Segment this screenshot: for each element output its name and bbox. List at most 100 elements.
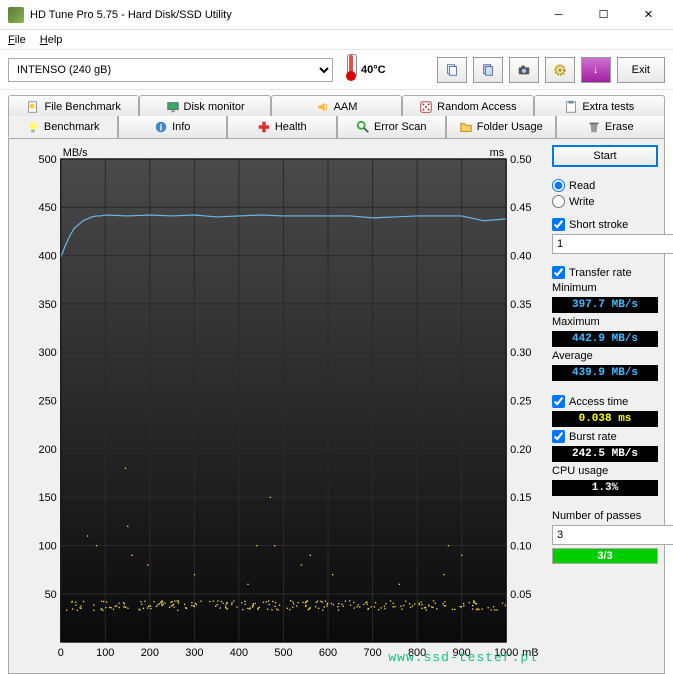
settings-button[interactable]	[545, 57, 575, 83]
label-passes: Number of passes	[552, 510, 658, 522]
svg-text:i: i	[160, 123, 163, 134]
tab-extra-tests[interactable]: Extra tests	[534, 95, 665, 117]
svg-text:700: 700	[363, 647, 381, 659]
app-icon	[8, 7, 24, 23]
toolbar: INTENSO (240 gB) 40°C ↓ Exit	[0, 50, 673, 90]
thermometer-icon	[345, 59, 357, 81]
chart-area: 50 100 150 200 250 300 350 400 450 500 0 100 200 300 4…	[15, 145, 544, 667]
exit-button[interactable]: Exit	[617, 57, 665, 83]
tab-error-scan[interactable]: Error Scan	[337, 116, 447, 138]
clipboard-icon	[564, 100, 578, 114]
check-transfer-rate[interactable]: Transfer rate	[552, 266, 658, 279]
check-access-time[interactable]: Access time	[552, 395, 658, 408]
watermark: www.ssd-tester.pl	[388, 650, 538, 665]
monitor-icon	[166, 100, 180, 114]
tab-aam[interactable]: AAM	[271, 95, 402, 117]
svg-text:200: 200	[141, 647, 159, 659]
svg-text:300: 300	[39, 347, 57, 359]
maximize-button[interactable]: ☐	[581, 1, 626, 29]
svg-text:0.25: 0.25	[510, 396, 531, 408]
benchmark-chart: 50 100 150 200 250 300 350 400 450 500 0 100 200 300 4…	[15, 145, 544, 666]
drive-select[interactable]: INTENSO (240 gB)	[8, 58, 333, 82]
tab-folder-usage[interactable]: Folder Usage	[446, 116, 556, 138]
svg-text:600: 600	[319, 647, 337, 659]
tab-erase[interactable]: Erase	[556, 116, 666, 138]
tabs-row-top: File Benchmark Disk monitor AAM Random A…	[8, 95, 665, 117]
magnifier-icon	[356, 120, 370, 134]
dice-icon	[419, 100, 433, 114]
minimize-button[interactable]: ─	[536, 1, 581, 29]
svg-text:0.30: 0.30	[510, 347, 531, 359]
passes-row: ▲▼	[552, 525, 658, 545]
svg-text:0.15: 0.15	[510, 492, 531, 504]
svg-text:0: 0	[58, 647, 64, 659]
svg-text:150: 150	[39, 492, 57, 504]
folder-icon	[459, 120, 473, 134]
temperature-value: 40°C	[361, 64, 386, 76]
tab-disk-monitor[interactable]: Disk monitor	[139, 95, 270, 117]
bulb-icon	[26, 120, 40, 134]
short-stroke-input[interactable]	[552, 234, 673, 254]
menu-help[interactable]: Help	[40, 34, 63, 46]
window-title: HD Tune Pro 5.75 - Hard Disk/SSD Utility	[30, 9, 536, 21]
svg-text:0.45: 0.45	[510, 202, 531, 214]
menu-file[interactable]: File	[8, 34, 26, 46]
svg-text:0.40: 0.40	[510, 251, 531, 263]
tabs-row-bottom: Benchmark iInfo Health Error Scan Folder…	[8, 116, 665, 138]
svg-text:500: 500	[39, 154, 57, 166]
file-benchmark-icon	[26, 100, 40, 114]
svg-text:0.50: 0.50	[510, 154, 531, 166]
label-average: Average	[552, 350, 658, 362]
tab-info[interactable]: iInfo	[118, 116, 228, 138]
copy-info-button[interactable]	[437, 57, 467, 83]
screenshot-button[interactable]	[509, 57, 539, 83]
trash-icon	[587, 120, 601, 134]
radio-write[interactable]: Write	[552, 195, 658, 208]
svg-text:0.20: 0.20	[510, 444, 531, 456]
menu-bar: File Help	[0, 30, 673, 50]
svg-text:250: 250	[39, 396, 57, 408]
benchmark-panel: 50 100 150 200 250 300 350 400 450 500 0 100 200 300 4…	[8, 138, 665, 674]
svg-text:300: 300	[185, 647, 203, 659]
start-button[interactable]: Start	[552, 145, 658, 167]
short-stroke-row: ▲▼ gB	[552, 234, 658, 254]
passes-input[interactable]	[552, 525, 673, 545]
close-button[interactable]: ✕	[626, 1, 671, 29]
svg-text:200: 200	[39, 444, 57, 456]
tab-benchmark[interactable]: Benchmark	[8, 116, 118, 138]
label-maximum: Maximum	[552, 316, 658, 328]
svg-text:450: 450	[39, 202, 57, 214]
svg-text:500: 500	[274, 647, 292, 659]
progress-bar: 3/3	[552, 548, 658, 564]
svg-text:MB/s: MB/s	[63, 147, 88, 159]
svg-text:0.35: 0.35	[510, 299, 531, 311]
tab-file-benchmark[interactable]: File Benchmark	[8, 95, 139, 117]
readout-minimum: 397.7 MB/s	[552, 297, 658, 313]
svg-text:350: 350	[39, 299, 57, 311]
save-button[interactable]: ↓	[581, 57, 611, 83]
label-minimum: Minimum	[552, 282, 658, 294]
svg-text:0.05: 0.05	[510, 589, 531, 601]
readout-burst-rate: 242.5 MB/s	[552, 446, 658, 462]
svg-text:100: 100	[39, 540, 57, 552]
check-short-stroke[interactable]: Short stroke	[552, 218, 658, 231]
speaker-icon	[316, 100, 330, 114]
check-burst-rate[interactable]: Burst rate	[552, 430, 658, 443]
radio-read[interactable]: Read	[552, 179, 658, 192]
health-icon	[257, 120, 271, 134]
svg-text:400: 400	[230, 647, 248, 659]
readout-average: 439.9 MB/s	[552, 365, 658, 381]
copy-screenshot-button[interactable]	[473, 57, 503, 83]
svg-text:100: 100	[96, 647, 114, 659]
tab-health[interactable]: Health	[227, 116, 337, 138]
side-panel: Start Read Write Short stroke ▲▼ gB Tran…	[552, 145, 658, 667]
svg-text:0.10: 0.10	[510, 540, 531, 552]
tab-random-access[interactable]: Random Access	[402, 95, 533, 117]
label-cpu-usage: CPU usage	[552, 465, 658, 477]
svg-text:ms: ms	[490, 147, 505, 159]
svg-text:400: 400	[39, 251, 57, 263]
svg-text:50: 50	[45, 589, 57, 601]
title-bar: HD Tune Pro 5.75 - Hard Disk/SSD Utility…	[0, 0, 673, 30]
readout-maximum: 442.9 MB/s	[552, 331, 658, 347]
readout-access-time: 0.038 ms	[552, 411, 658, 427]
